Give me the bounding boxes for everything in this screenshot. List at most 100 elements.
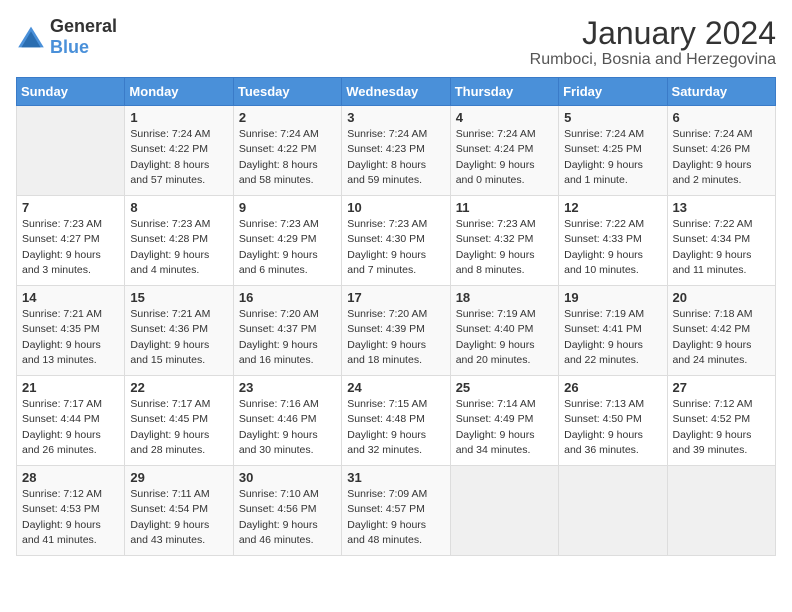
week-row-3: 14Sunrise: 7:21 AM Sunset: 4:35 PM Dayli…	[17, 286, 776, 376]
table-row: 26 Sunrise: 7:13 AM Sunset: 4:50 PM Dayli…	[559, 376, 667, 466]
header-monday: Monday	[125, 78, 233, 106]
table-row	[17, 106, 125, 196]
day-info: Sunrise: 7:23 AM Sunset: 4:32 PM Dayligh…	[456, 217, 553, 278]
table-row: 28 Sunrise: 7:12 AM Sunset: 4:53 PM Dayli…	[17, 466, 125, 556]
header-saturday: Saturday	[667, 78, 775, 106]
day-number: 21	[22, 380, 119, 395]
table-row: 4 Sunrise: 7:24 AM Sunset: 4:24 PM Daylig…	[450, 106, 558, 196]
day-number: 4	[456, 110, 553, 125]
day-info: Sunrise: 7:22 AM Sunset: 4:33 PM Dayligh…	[564, 217, 661, 278]
table-row: 7 Sunrise: 7:23 AM Sunset: 4:27 PM Daylig…	[17, 196, 125, 286]
day-info: Sunrise: 7:23 AM Sunset: 4:30 PM Dayligh…	[347, 217, 444, 278]
day-info: Sunrise: 7:17 AM Sunset: 4:45 PM Dayligh…	[130, 397, 227, 458]
day-info: Sunrise: 7:23 AM Sunset: 4:28 PM Dayligh…	[130, 217, 227, 278]
day-number: 11	[456, 200, 553, 215]
page-header: General Blue January 2024 Rumboci, Bosni…	[16, 16, 776, 69]
table-row: 10 Sunrise: 7:23 AM Sunset: 4:30 PM Dayli…	[342, 196, 450, 286]
day-info: Sunrise: 7:09 AM Sunset: 4:57 PM Dayligh…	[347, 487, 444, 548]
day-info: Sunrise: 7:20 AM Sunset: 4:39 PM Dayligh…	[347, 307, 444, 368]
day-number: 23	[239, 380, 336, 395]
day-info: Sunrise: 7:24 AM Sunset: 4:22 PM Dayligh…	[130, 127, 227, 188]
day-number: 30	[239, 470, 336, 485]
header-sunday: Sunday	[17, 78, 125, 106]
table-row: 30 Sunrise: 7:10 AM Sunset: 4:56 PM Dayli…	[233, 466, 341, 556]
day-number: 3	[347, 110, 444, 125]
table-row: 6 Sunrise: 7:24 AM Sunset: 4:26 PM Daylig…	[667, 106, 775, 196]
day-info: Sunrise: 7:18 AM Sunset: 4:42 PM Dayligh…	[673, 307, 770, 368]
table-row: 5 Sunrise: 7:24 AM Sunset: 4:25 PM Daylig…	[559, 106, 667, 196]
day-info: Sunrise: 7:23 AM Sunset: 4:27 PM Dayligh…	[22, 217, 119, 278]
week-row-2: 7 Sunrise: 7:23 AM Sunset: 4:27 PM Daylig…	[17, 196, 776, 286]
header-thursday: Thursday	[450, 78, 558, 106]
table-row: 12Sunrise: 7:22 AM Sunset: 4:33 PM Dayli…	[559, 196, 667, 286]
day-number: 19	[564, 290, 661, 305]
table-row: 21 Sunrise: 7:17 AM Sunset: 4:44 PM Dayli…	[17, 376, 125, 466]
table-row: 1 Sunrise: 7:24 AM Sunset: 4:22 PM Daylig…	[125, 106, 233, 196]
day-info: Sunrise: 7:24 AM Sunset: 4:26 PM Dayligh…	[673, 127, 770, 188]
day-number: 25	[456, 380, 553, 395]
table-row: 15Sunrise: 7:21 AM Sunset: 4:36 PM Dayli…	[125, 286, 233, 376]
day-info: Sunrise: 7:22 AM Sunset: 4:34 PM Dayligh…	[673, 217, 770, 278]
day-info: Sunrise: 7:17 AM Sunset: 4:44 PM Dayligh…	[22, 397, 119, 458]
day-number: 10	[347, 200, 444, 215]
day-number: 9	[239, 200, 336, 215]
day-info: Sunrise: 7:10 AM Sunset: 4:56 PM Dayligh…	[239, 487, 336, 548]
day-number: 22	[130, 380, 227, 395]
day-info: Sunrise: 7:12 AM Sunset: 4:53 PM Dayligh…	[22, 487, 119, 548]
table-row	[450, 466, 558, 556]
day-number: 28	[22, 470, 119, 485]
header-tuesday: Tuesday	[233, 78, 341, 106]
day-info: Sunrise: 7:19 AM Sunset: 4:41 PM Dayligh…	[564, 307, 661, 368]
week-row-4: 21 Sunrise: 7:17 AM Sunset: 4:44 PM Dayli…	[17, 376, 776, 466]
header-wednesday: Wednesday	[342, 78, 450, 106]
day-info: Sunrise: 7:12 AM Sunset: 4:52 PM Dayligh…	[673, 397, 770, 458]
day-number: 18	[456, 290, 553, 305]
logo-blue: Blue	[50, 37, 89, 57]
header-friday: Friday	[559, 78, 667, 106]
day-number: 6	[673, 110, 770, 125]
day-info: Sunrise: 7:23 AM Sunset: 4:29 PM Dayligh…	[239, 217, 336, 278]
day-number: 26	[564, 380, 661, 395]
day-number: 7	[22, 200, 119, 215]
day-info: Sunrise: 7:24 AM Sunset: 4:22 PM Dayligh…	[239, 127, 336, 188]
day-info: Sunrise: 7:21 AM Sunset: 4:35 PM Dayligh…	[22, 307, 119, 368]
day-info: Sunrise: 7:15 AM Sunset: 4:48 PM Dayligh…	[347, 397, 444, 458]
location-title: Rumboci, Bosnia and Herzegovina	[530, 51, 776, 69]
day-number: 1	[130, 110, 227, 125]
day-info: Sunrise: 7:14 AM Sunset: 4:49 PM Dayligh…	[456, 397, 553, 458]
day-number: 5	[564, 110, 661, 125]
week-row-1: 1 Sunrise: 7:24 AM Sunset: 4:22 PM Daylig…	[17, 106, 776, 196]
day-info: Sunrise: 7:11 AM Sunset: 4:54 PM Dayligh…	[130, 487, 227, 548]
table-row: 16Sunrise: 7:20 AM Sunset: 4:37 PM Dayli…	[233, 286, 341, 376]
day-number: 16	[239, 290, 336, 305]
table-row: 18Sunrise: 7:19 AM Sunset: 4:40 PM Dayli…	[450, 286, 558, 376]
day-info: Sunrise: 7:24 AM Sunset: 4:23 PM Dayligh…	[347, 127, 444, 188]
table-row: 3 Sunrise: 7:24 AM Sunset: 4:23 PM Daylig…	[342, 106, 450, 196]
day-info: Sunrise: 7:24 AM Sunset: 4:25 PM Dayligh…	[564, 127, 661, 188]
day-number: 2	[239, 110, 336, 125]
day-info: Sunrise: 7:13 AM Sunset: 4:50 PM Dayligh…	[564, 397, 661, 458]
month-title: January 2024	[530, 16, 776, 51]
table-row: 17 Sunrise: 7:20 AM Sunset: 4:39 PM Dayli…	[342, 286, 450, 376]
day-info: Sunrise: 7:24 AM Sunset: 4:24 PM Dayligh…	[456, 127, 553, 188]
logo: General Blue	[16, 16, 117, 58]
table-row: 14Sunrise: 7:21 AM Sunset: 4:35 PM Dayli…	[17, 286, 125, 376]
day-number: 31	[347, 470, 444, 485]
day-number: 13	[673, 200, 770, 215]
day-number: 8	[130, 200, 227, 215]
day-info: Sunrise: 7:16 AM Sunset: 4:46 PM Dayligh…	[239, 397, 336, 458]
title-block: January 2024 Rumboci, Bosnia and Herzego…	[530, 16, 776, 69]
table-row: 19 Sunrise: 7:19 AM Sunset: 4:41 PM Dayli…	[559, 286, 667, 376]
day-number: 29	[130, 470, 227, 485]
table-row: 29 Sunrise: 7:11 AM Sunset: 4:54 PM Dayli…	[125, 466, 233, 556]
day-number: 17	[347, 290, 444, 305]
day-number: 20	[673, 290, 770, 305]
day-number: 24	[347, 380, 444, 395]
day-number: 27	[673, 380, 770, 395]
table-row: 2 Sunrise: 7:24 AM Sunset: 4:22 PM Daylig…	[233, 106, 341, 196]
table-row: 31 Sunrise: 7:09 AM Sunset: 4:57 PM Dayli…	[342, 466, 450, 556]
calendar-table: Sunday Monday Tuesday Wednesday Thursday…	[16, 77, 776, 556]
week-row-5: 28 Sunrise: 7:12 AM Sunset: 4:53 PM Dayli…	[17, 466, 776, 556]
logo-general: General	[50, 16, 117, 36]
day-info: Sunrise: 7:21 AM Sunset: 4:36 PM Dayligh…	[130, 307, 227, 368]
